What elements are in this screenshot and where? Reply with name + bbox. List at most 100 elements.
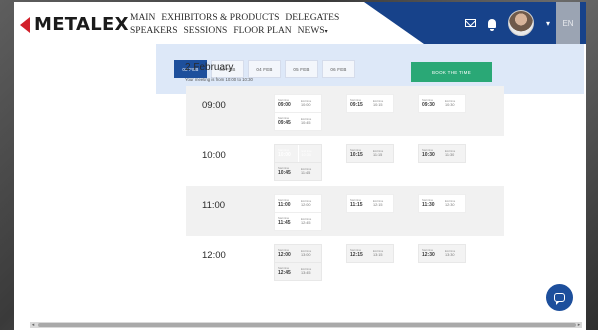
slot-start-value: 12:45 bbox=[278, 270, 291, 276]
slot-start-value: 10:45 bbox=[278, 170, 291, 176]
slot-end-value: 10:00 bbox=[301, 102, 311, 107]
main-nav: MAIN EXHIBITORS & PRODUCTS DELEGATES SPE… bbox=[130, 12, 339, 39]
slot-start: Start time 11:00 bbox=[275, 195, 298, 212]
logo-mark-icon bbox=[20, 16, 32, 33]
slot-end-value: 10:15 bbox=[373, 102, 383, 107]
slot-end: End time 10:15 bbox=[370, 95, 393, 112]
nav-item-delegates[interactable]: DELEGATES bbox=[285, 12, 339, 25]
slot-start: Start time 09:15 bbox=[347, 95, 370, 112]
nav-row-2: SPEAKERS SESSIONS FLOOR PLAN NEWS▾ bbox=[130, 25, 339, 39]
scroll-right-icon[interactable]: ▸ bbox=[576, 322, 582, 328]
nav-item-sessions[interactable]: SESSIONS bbox=[184, 25, 228, 39]
hour-row: 11:00 Start time 11:00 End time 12:00 Start t… bbox=[186, 186, 504, 236]
slot-start-value: 11:30 bbox=[422, 202, 435, 208]
date-tab-05-feb[interactable]: 05 FEB bbox=[285, 60, 318, 78]
slot-start-value: 11:15 bbox=[350, 202, 363, 208]
nav-item-floor-plan[interactable]: FLOOR PLAN bbox=[233, 25, 291, 39]
slot-start-value: 09:00 bbox=[278, 102, 291, 108]
top-header: METALEX MAIN EXHIBITORS & PRODUCTS DELEG… bbox=[14, 2, 586, 44]
day-title: 2 February bbox=[185, 62, 234, 73]
slot-end-value: 11:30 bbox=[445, 152, 455, 157]
slot-end-value: 11:45 bbox=[301, 170, 311, 175]
time-slot[interactable]: Start time 12:30 End time 13:30 bbox=[418, 244, 466, 263]
book-time-button[interactable]: BOOK THE TIME bbox=[411, 62, 492, 82]
slot-start: Start time 11:45 bbox=[275, 213, 298, 230]
hour-row: 10:00 Start time 10:00 End time 10:30 Start t… bbox=[186, 136, 504, 186]
slot-start-value: 09:45 bbox=[278, 120, 291, 126]
slot-end-value: 12:30 bbox=[445, 202, 455, 207]
slot-start-value: 09:30 bbox=[422, 102, 435, 108]
slot-end: End time 11:15 bbox=[370, 145, 393, 162]
time-slot[interactable]: Start time 12:15 End time 13:15 bbox=[346, 244, 394, 263]
slot-start: Start time 10:30 bbox=[419, 145, 442, 162]
metalex-logo[interactable]: METALEX bbox=[20, 14, 129, 35]
slot-start: Start time 12:45 bbox=[275, 263, 298, 280]
time-slot[interactable]: Start time 11:15 End time 12:15 bbox=[346, 194, 394, 213]
slot-end: End time 13:15 bbox=[370, 245, 393, 262]
hour-label: 09:00 bbox=[202, 100, 226, 111]
time-slot[interactable]: Start time 10:15 End time 11:15 bbox=[346, 144, 394, 163]
slot-start-value: 10:30 bbox=[422, 152, 435, 158]
time-schedule: 09:00 Start time 09:00 End time 10:00 Start t… bbox=[186, 86, 504, 286]
chat-icon bbox=[554, 293, 565, 305]
time-slot[interactable]: Start time 09:15 End time 10:15 bbox=[346, 94, 394, 113]
slot-end: End time 11:30 bbox=[442, 145, 465, 162]
nav-item-news[interactable]: NEWS▾ bbox=[298, 25, 328, 39]
slot-start: Start time 09:00 bbox=[275, 95, 298, 112]
scroll-left-icon[interactable]: ◂ bbox=[30, 322, 36, 328]
time-slot[interactable]: Start time 09:30 End time 10:30 bbox=[418, 94, 466, 113]
hour-label: 10:00 bbox=[202, 150, 226, 161]
slot-end: End time 10:45 bbox=[298, 113, 321, 130]
slot-start: Start time 09:45 bbox=[275, 113, 298, 130]
nav-row-1: MAIN EXHIBITORS & PRODUCTS DELEGATES bbox=[130, 12, 339, 25]
app-window: METALEX MAIN EXHIBITORS & PRODUCTS DELEG… bbox=[0, 0, 598, 330]
slot-start: Start time 12:15 bbox=[347, 245, 370, 262]
slot-start: Start time 09:30 bbox=[419, 95, 442, 112]
scrollbar-thumb[interactable] bbox=[38, 323, 576, 327]
avatar[interactable] bbox=[507, 10, 534, 36]
slot-end: End time 12:15 bbox=[370, 195, 393, 212]
nav-item-main[interactable]: MAIN bbox=[130, 12, 155, 25]
slot-start-value: 10:15 bbox=[350, 152, 363, 158]
hour-label: 12:00 bbox=[202, 250, 226, 261]
slot-end: End time 10:30 bbox=[297, 145, 322, 162]
time-slot[interactable]: Start time 10:30 End time 11:30 bbox=[418, 144, 466, 163]
nav-item-exhibitors-products[interactable]: EXHIBITORS & PRODUCTS bbox=[161, 12, 279, 25]
slot-start: Start time 10:15 bbox=[347, 145, 370, 162]
slot-end-value: 10:30 bbox=[301, 152, 312, 157]
date-tab-06-feb[interactable]: 06 FEB bbox=[322, 60, 355, 78]
date-tab-04-feb[interactable]: 04 FEB bbox=[248, 60, 281, 78]
time-slot[interactable]: Start time 11:00 End time 12:00 bbox=[274, 194, 322, 213]
slot-end: End time 13:45 bbox=[298, 263, 321, 280]
slot-start: Start time 11:15 bbox=[347, 195, 370, 212]
slot-end-value: 13:00 bbox=[301, 252, 311, 257]
nav-item-speakers[interactable]: SPEAKERS bbox=[130, 25, 178, 39]
slot-start: Start time 10:00 bbox=[275, 145, 298, 162]
time-slot[interactable]: Start time 11:30 End time 12:30 bbox=[418, 194, 466, 213]
slot-end-value: 12:00 bbox=[301, 202, 311, 207]
chevron-down-icon: ▾ bbox=[324, 29, 328, 35]
slot-end: End time 11:45 bbox=[298, 163, 321, 180]
slot-end-value: 10:45 bbox=[301, 120, 311, 125]
chevron-down-icon[interactable]: ▾ bbox=[546, 19, 550, 28]
time-slot[interactable]: Start time 12:45 End time 13:45 bbox=[274, 262, 322, 281]
horizontal-scrollbar[interactable]: ◂ ▸ bbox=[30, 322, 582, 328]
slot-end: End time 12:00 bbox=[298, 195, 321, 212]
slot-end: End time 13:00 bbox=[298, 245, 321, 262]
time-slot[interactable]: Start time 10:00 End time 10:30 bbox=[274, 144, 322, 163]
hour-row: 09:00 Start time 09:00 End time 10:00 Start t… bbox=[186, 86, 504, 136]
slot-end-value: 12:15 bbox=[373, 202, 383, 207]
chat-button[interactable] bbox=[546, 284, 573, 311]
mail-icon[interactable] bbox=[464, 19, 476, 27]
time-slot[interactable]: Start time 11:45 End time 12:45 bbox=[274, 212, 322, 231]
nav-item-news-label: NEWS bbox=[297, 26, 325, 36]
slot-end-value: 13:15 bbox=[373, 252, 383, 257]
time-slot[interactable]: Start time 10:45 End time 11:45 bbox=[274, 162, 322, 181]
bell-icon[interactable] bbox=[487, 18, 496, 31]
time-slot[interactable]: Start time 09:45 End time 10:45 bbox=[274, 112, 322, 131]
slot-start-value: 10:00 bbox=[278, 152, 291, 158]
time-slot[interactable]: Start time 09:00 End time 10:00 bbox=[274, 94, 322, 113]
slot-start-value: 12:15 bbox=[350, 252, 363, 258]
time-slot[interactable]: Start time 12:00 End time 13:00 bbox=[274, 244, 322, 263]
language-selector[interactable]: EN bbox=[556, 2, 580, 44]
